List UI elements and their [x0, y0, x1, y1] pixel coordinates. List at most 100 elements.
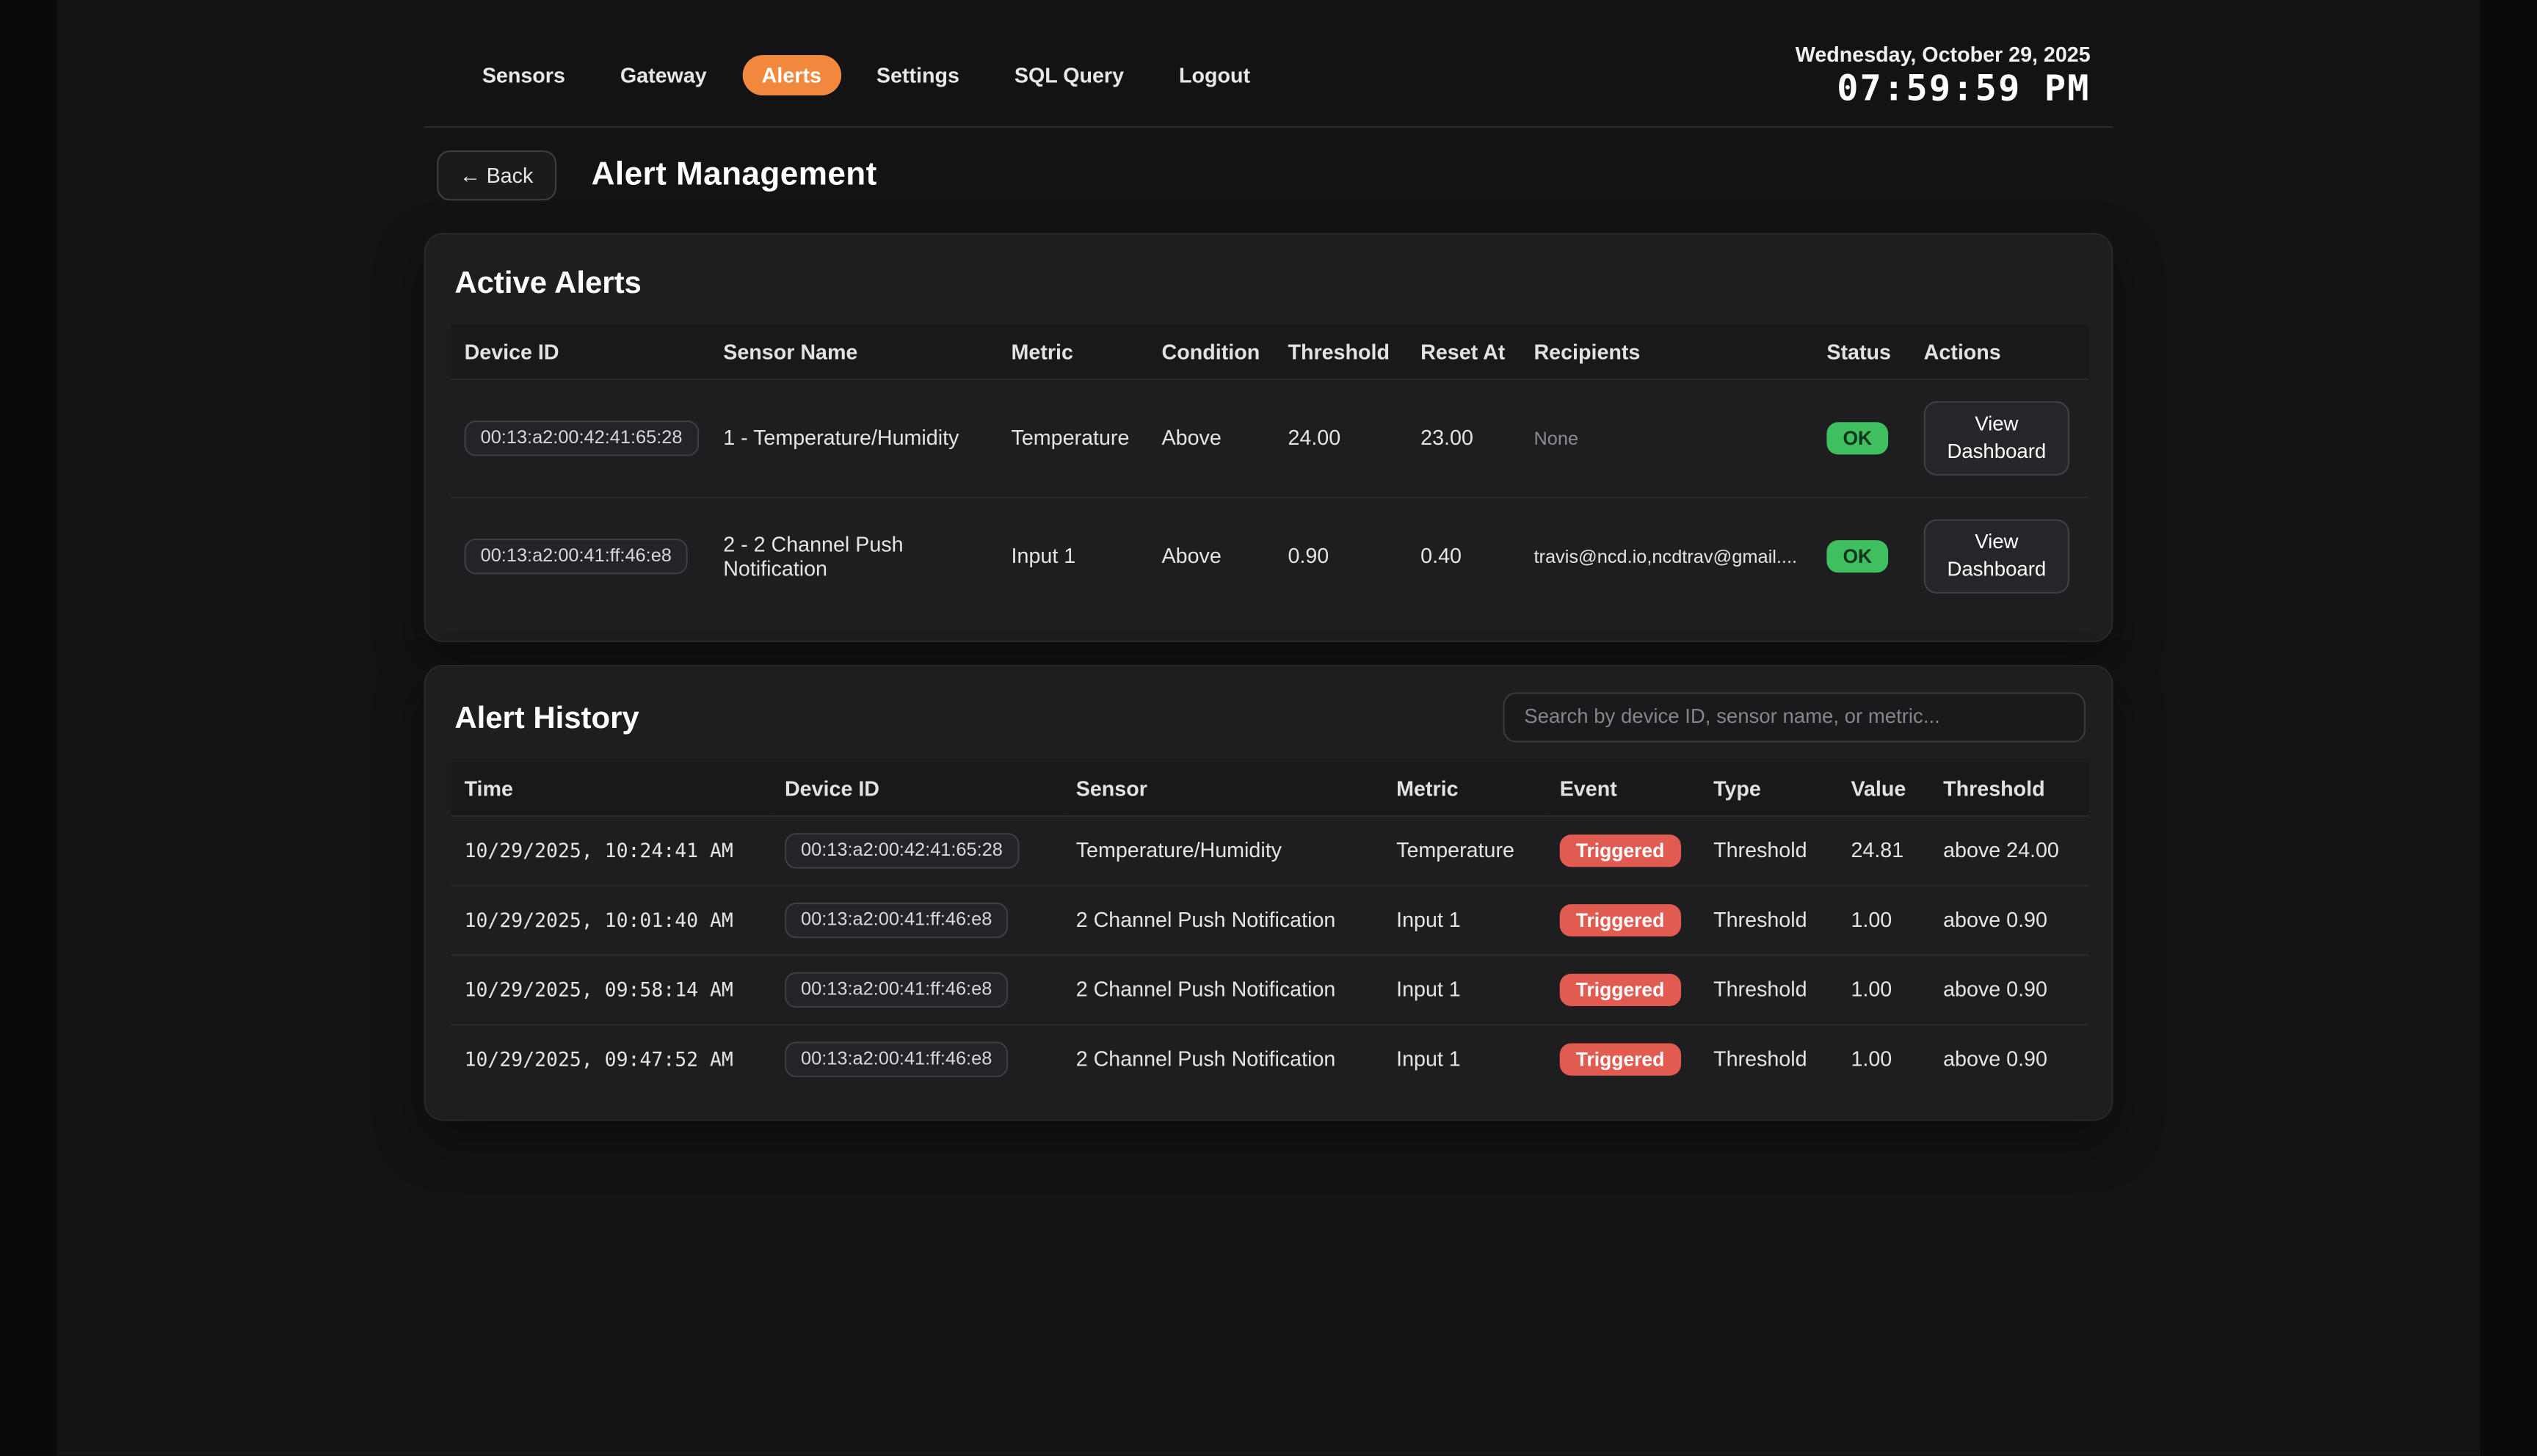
cell-type: Threshold: [1700, 815, 1837, 885]
history-search-input[interactable]: [1503, 691, 2086, 741]
device-id-pill: 00:13:a2:00:42:41:65:28: [785, 832, 1019, 867]
cell-threshold: 0.90: [1275, 497, 1408, 614]
cell-value: 1.00: [1838, 885, 1931, 955]
view-dashboard-button[interactable]: View Dashboard: [1924, 401, 2069, 476]
view-dashboard-button[interactable]: View Dashboard: [1924, 519, 2069, 593]
nav-item-sql-query[interactable]: SQL Query: [995, 55, 1143, 95]
cell-recipients: travis@ncd.io,ncdtrav@gmail....: [1521, 497, 1814, 614]
main-nav: Sensors Gateway Alerts Settings SQL Query Log…: [424, 42, 1269, 95]
cell-sensor: Temperature/Humidity: [1063, 815, 1383, 885]
active-alert-row: 00:13:a2:00:41:ff:46:e82 - 2 Channel Pus…: [451, 497, 2089, 614]
column-header-type: Type: [1700, 761, 1837, 815]
nav-item-gateway[interactable]: Gateway: [600, 55, 726, 95]
cell-metric: Temperature: [1383, 815, 1547, 885]
column-header-status: Status: [1814, 325, 1911, 379]
cell-event: Triggered: [1547, 1024, 1700, 1093]
column-header-event: Event: [1547, 761, 1700, 815]
cell-device-id: 00:13:a2:00:42:41:65:28: [772, 815, 1063, 885]
recipients-text: travis@ncd.io,ncdtrav@gmail....: [1534, 548, 1797, 567]
column-header-condition: Condition: [1149, 325, 1275, 379]
alert-history-head: Alert History: [451, 691, 2086, 741]
page-title: Alert Management: [592, 157, 877, 194]
nav-item-settings[interactable]: Settings: [857, 55, 979, 95]
event-badge: Triggered: [1560, 973, 1681, 1005]
column-header-threshold: Threshold: [1275, 325, 1408, 379]
device-id-pill: 00:13:a2:00:42:41:65:28: [465, 421, 699, 456]
cell-threshold: above 24.00: [1930, 815, 2088, 885]
event-badge: Triggered: [1560, 834, 1681, 866]
date-label: Wednesday, October 29, 2025: [1796, 42, 2091, 66]
alert-history-header-row: TimeDevice IDSensorMetricEventTypeValueT…: [451, 761, 2089, 815]
column-header-metric: Metric: [1383, 761, 1547, 815]
cell-device-id: 00:13:a2:00:41:ff:46:e8: [772, 1024, 1063, 1093]
cell-type: Threshold: [1700, 1024, 1837, 1093]
back-button[interactable]: ← Back: [437, 150, 556, 200]
clock-block: Wednesday, October 29, 2025 07:59:59 PM: [1796, 42, 2113, 110]
status-badge: OK: [1826, 539, 1888, 572]
cell-status: OK: [1814, 497, 1911, 614]
recipients-text: None: [1534, 431, 1578, 450]
device-id-pill: 00:13:a2:00:41:ff:46:e8: [785, 972, 1008, 1007]
nav-item-alerts[interactable]: Alerts: [742, 55, 841, 95]
nav-item-logout[interactable]: Logout: [1160, 55, 1270, 95]
event-badge: Triggered: [1560, 903, 1681, 936]
cell-reset-at: 23.00: [1408, 379, 1521, 497]
nav-item-sensors[interactable]: Sensors: [462, 55, 584, 95]
cell-event: Triggered: [1547, 885, 1700, 955]
column-header-actions: Actions: [1911, 325, 2088, 379]
alert-history-table: TimeDevice IDSensorMetricEventTypeValueT…: [451, 761, 2089, 1093]
cell-threshold: above 0.90: [1930, 885, 2088, 955]
column-header-metric: Metric: [998, 325, 1149, 379]
page-header: ← Back Alert Management: [424, 150, 2113, 200]
cell-value: 1.00: [1838, 1024, 1931, 1093]
column-header-threshold: Threshold: [1930, 761, 2088, 815]
device-id-pill: 00:13:a2:00:41:ff:46:e8: [465, 538, 688, 573]
cell-reset-at: 0.40: [1408, 497, 1521, 614]
cell-metric: Temperature: [998, 379, 1149, 497]
cell-threshold: 24.00: [1275, 379, 1408, 497]
cell-device-id: 00:13:a2:00:42:41:65:28: [451, 379, 711, 497]
time-text: 10/29/2025, 10:01:40 AM: [465, 909, 733, 932]
cell-device-id: 00:13:a2:00:41:ff:46:e8: [451, 497, 711, 614]
alert-history-row: 10/29/2025, 09:47:52 AM00:13:a2:00:41:ff…: [451, 1024, 2089, 1093]
alert-history-row: 10/29/2025, 10:24:41 AM 00:13:a2:00:42:41…: [451, 815, 2089, 885]
cell-value: 24.81: [1838, 815, 1931, 885]
column-header-device-id: Device ID: [772, 761, 1063, 815]
active-alerts-card: Active Alerts Device IDSensor NameMetric…: [424, 233, 2113, 641]
device-id-pill: 00:13:a2:00:41:ff:46:e8: [785, 1041, 1008, 1076]
cell-recipients: None: [1521, 379, 1814, 497]
cell-condition: Above: [1149, 379, 1275, 497]
active-alerts-title: Active Alerts: [454, 267, 2086, 302]
column-header-sensor-name: Sensor Name: [711, 325, 998, 379]
cell-sensor-name: 1 - Temperature/Humidity: [711, 379, 998, 497]
cell-time: 10/29/2025, 10:24:41 AM: [451, 815, 772, 885]
active-alert-row: 00:13:a2:00:42:41:65:28 1 - Temperature/H…: [451, 379, 2089, 497]
alert-history-row: 10/29/2025, 09:58:14 AM 00:13:a2:00:41:ff…: [451, 954, 2089, 1024]
cell-metric: Input 1: [1383, 1024, 1547, 1093]
cell-event: Triggered: [1547, 954, 1700, 1024]
column-header-recipients: Recipients: [1521, 325, 1814, 379]
alert-history-row: 10/29/2025, 10:01:40 AM 00:13:a2:00:41:ff…: [451, 885, 2089, 955]
cell-event: Triggered: [1547, 815, 1700, 885]
column-header-value: Value: [1838, 761, 1931, 815]
active-alerts-table: Device IDSensor NameMetricConditionThres…: [451, 325, 2089, 614]
column-header-time: Time: [451, 761, 772, 815]
column-header-sensor: Sensor: [1063, 761, 1383, 815]
cell-threshold: above 0.90: [1930, 954, 2088, 1024]
alert-history-card: Alert History TimeDevice IDSensorMetricE…: [424, 664, 2113, 1121]
cell-actions: View Dashboard: [1911, 497, 2088, 614]
cell-value: 1.00: [1838, 954, 1931, 1024]
cell-type: Threshold: [1700, 954, 1837, 1024]
cell-type: Threshold: [1700, 885, 1837, 955]
column-header-reset-at: Reset At: [1408, 325, 1521, 379]
cell-threshold: above 0.90: [1930, 1024, 2088, 1093]
top-bar: Sensors Gateway Alerts Settings SQL Query Log…: [424, 0, 2113, 128]
time-text: 10/29/2025, 09:58:14 AM: [465, 978, 733, 1001]
active-alerts-header-row: Device IDSensor NameMetricConditionThres…: [451, 325, 2089, 379]
cell-sensor: 2 Channel Push Notification: [1063, 885, 1383, 955]
alert-history-title: Alert History: [454, 702, 639, 738]
cell-device-id: 00:13:a2:00:41:ff:46:e8: [772, 954, 1063, 1024]
cell-sensor: 2 Channel Push Notification: [1063, 954, 1383, 1024]
cell-device-id: 00:13:a2:00:41:ff:46:e8: [772, 885, 1063, 955]
cell-time: 10/29/2025, 09:58:14 AM: [451, 954, 772, 1024]
